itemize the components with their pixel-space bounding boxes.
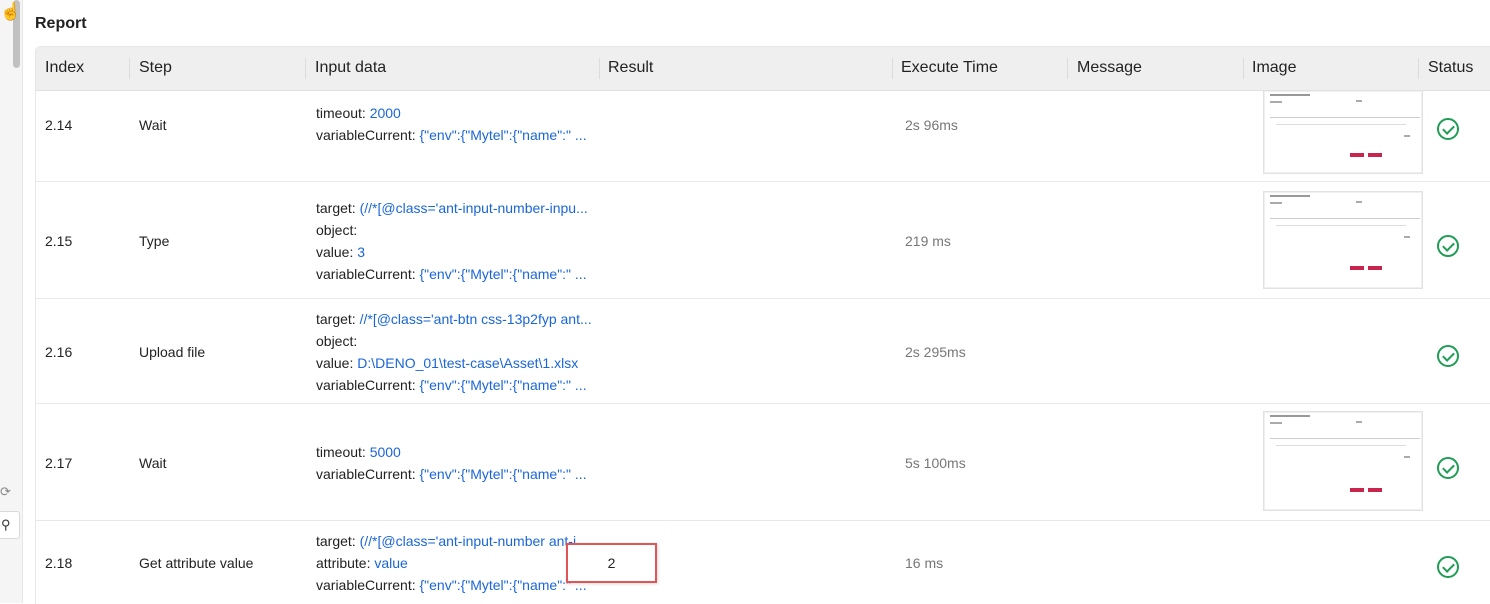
status-passed-icon (1437, 345, 1459, 367)
row-index: 2.18 (45, 555, 73, 571)
input-value-link[interactable]: {"env":{"Mytel":{"name":" ... (420, 127, 587, 143)
input-key: value: (316, 355, 354, 371)
input-key: variableCurrent: (316, 127, 416, 143)
column-divider (599, 58, 600, 79)
input-key: timeout: (316, 444, 366, 460)
column-divider (1243, 58, 1244, 79)
input-value-link[interactable]: //*[@class='ant-btn css-13p2fyp ant... (360, 311, 592, 327)
screenshot-thumbnail[interactable] (1263, 191, 1423, 289)
column-image[interactable]: Image (1252, 47, 1296, 90)
input-value-link[interactable]: 3 (357, 244, 365, 260)
row-index: 2.14 (45, 117, 73, 133)
column-divider (1418, 58, 1419, 79)
column-input-data[interactable]: Input data (315, 47, 386, 90)
table-row[interactable]: 2.16 Upload file target: //*[@class='ant… (36, 298, 1490, 404)
screenshot-thumbnail[interactable] (1263, 90, 1423, 174)
row-step: Wait (139, 117, 167, 133)
screenshot-thumbnail[interactable] (1263, 411, 1423, 511)
column-execute-time[interactable]: Execute Time (901, 47, 998, 90)
input-key: object: (316, 333, 358, 349)
row-result: 2 (607, 555, 616, 571)
input-value-link[interactable]: (//*[@class='ant-input-number-inpu... (360, 200, 588, 216)
row-step: Type (139, 233, 170, 249)
row-execute-time: 5s 100ms (905, 455, 966, 471)
input-value-link[interactable]: {"env":{"Mytel":{"name":" ... (420, 577, 587, 593)
input-value-link[interactable]: value (374, 555, 407, 571)
status-passed-icon (1437, 235, 1459, 257)
column-result[interactable]: Result (608, 47, 653, 90)
hand-cursor-icon: ☝ (0, 2, 22, 21)
row-execute-time: 2s 295ms (905, 344, 966, 360)
input-value-link[interactable]: 5000 (370, 444, 401, 460)
input-value-link[interactable]: {"env":{"Mytel":{"name":" ... (420, 266, 587, 282)
row-index: 2.15 (45, 233, 73, 249)
report-table: Index Step Input data Result Execute Tim… (35, 46, 1490, 604)
table-row[interactable]: 2.17 Wait timeout: 5000 variableCurrent:… (36, 403, 1490, 521)
column-step[interactable]: Step (139, 47, 172, 90)
table-row[interactable]: 2.18 Get attribute value target: (//*[@c… (36, 520, 1490, 604)
column-index[interactable]: Index (45, 47, 84, 90)
input-key: variableCurrent: (316, 466, 416, 482)
row-index: 2.17 (45, 455, 73, 471)
status-passed-icon (1437, 457, 1459, 479)
table-header: Index Step Input data Result Execute Tim… (36, 47, 1490, 91)
input-key: object: (316, 222, 358, 238)
input-key: target: (316, 200, 356, 216)
input-key: value: (316, 244, 354, 260)
input-value-link[interactable]: 2000 (370, 105, 401, 121)
input-key: attribute: (316, 555, 371, 571)
input-value-link[interactable]: {"env":{"Mytel":{"name":" ... (420, 377, 587, 393)
input-value-link[interactable]: (//*[@class='ant-input-number ant-i... (360, 533, 588, 549)
column-divider (892, 58, 893, 79)
column-message[interactable]: Message (1077, 47, 1142, 90)
column-status[interactable]: Status (1428, 47, 1473, 90)
column-divider (1067, 58, 1068, 79)
row-input-data: timeout: 5000 variableCurrent: {"env":{"… (316, 441, 616, 485)
column-divider (129, 58, 130, 79)
input-value-link[interactable]: {"env":{"Mytel":{"name":" ... (420, 466, 587, 482)
table-row[interactable]: 2.15 Type target: (//*[@class='ant-input… (36, 181, 1490, 299)
row-index: 2.16 (45, 344, 73, 360)
search-button[interactable]: ⚲ (0, 511, 20, 539)
row-execute-time: 16 ms (905, 555, 944, 571)
input-key: variableCurrent: (316, 377, 416, 393)
row-input-data: timeout: 2000 variableCurrent: {"env":{"… (316, 102, 616, 146)
input-key: target: (316, 533, 356, 549)
result-value-highlight: 2 (566, 543, 657, 583)
row-input-data: target: //*[@class='ant-btn css-13p2fyp … (316, 308, 616, 396)
column-divider (305, 58, 306, 79)
table-row[interactable]: 2.14 Wait timeout: 2000 variableCurrent:… (36, 90, 1490, 182)
row-execute-time: 219 ms (905, 233, 951, 249)
row-input-data: target: (//*[@class='ant-input-number-in… (316, 197, 616, 285)
input-value-link[interactable]: D:\DENO_01\test-case\Asset\1.xlsx (357, 355, 578, 371)
input-key: target: (316, 311, 356, 327)
row-step: Upload file (139, 344, 206, 360)
input-key: timeout: (316, 105, 366, 121)
row-step: Wait (139, 455, 167, 471)
row-execute-time: 2s 96ms (905, 117, 958, 133)
search-icon: ⚲ (1, 517, 11, 532)
input-key: variableCurrent: (316, 577, 416, 593)
status-passed-icon (1437, 556, 1459, 578)
refresh-icon[interactable]: ⟳ (0, 484, 11, 500)
status-passed-icon (1437, 118, 1459, 140)
left-rail: ☝ ⟳ ⚲ (0, 0, 23, 603)
input-key: variableCurrent: (316, 266, 416, 282)
row-step: Get attribute value (139, 555, 254, 571)
report-title: Report (35, 15, 87, 32)
